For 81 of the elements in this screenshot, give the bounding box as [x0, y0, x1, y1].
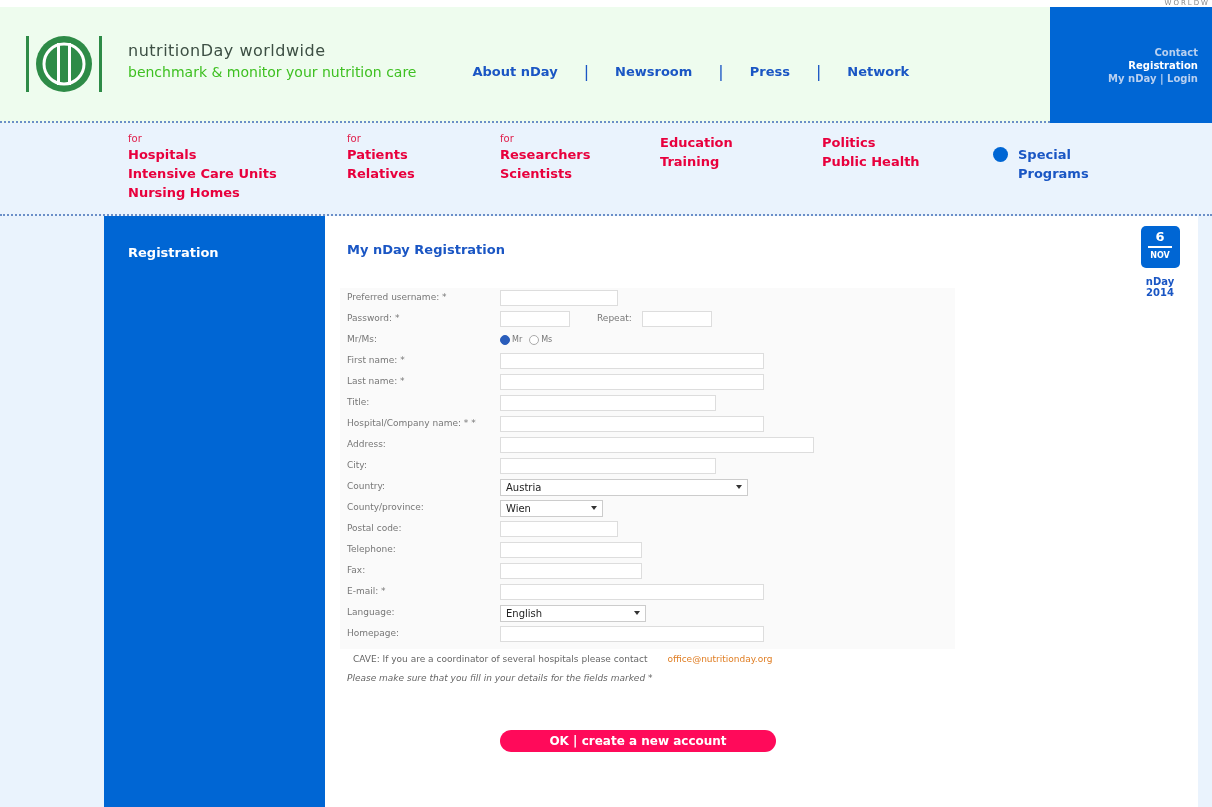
account-link[interactable]: Registration — [1128, 58, 1198, 72]
nav-link[interactable]: Network — [847, 62, 910, 82]
field-label: Preferred username: * — [347, 291, 448, 305]
radio-label: Mr — [512, 334, 523, 346]
nav-link[interactable]: Public Health — [822, 152, 993, 171]
field-label: First name: * — [347, 354, 406, 368]
password-field[interactable] — [641, 311, 712, 327]
input-field[interactable] — [500, 626, 764, 642]
note-text: CAVE: If you are a coordinator of several hospitals please contact — [353, 652, 648, 666]
badge-caption: 2014 — [1145, 287, 1175, 298]
input-field[interactable] — [500, 542, 642, 558]
nav-link[interactable]: Newsroom — [615, 62, 693, 82]
nav-link[interactable]: Intensive Care Units — [128, 164, 347, 183]
nav-link[interactable]: Patients — [347, 145, 500, 164]
dropdown[interactable]: Austria — [500, 478, 748, 496]
caret-icon — [591, 506, 597, 510]
field-label: Password: * — [347, 312, 401, 326]
nav-link[interactable]: Press — [749, 62, 790, 82]
hint-text: Please make sure that you fill in your details for the fields marked * — [347, 672, 654, 685]
input-field[interactable] — [500, 416, 764, 432]
dropdown[interactable]: English — [500, 604, 646, 622]
input-field[interactable] — [500, 521, 618, 537]
site-tagline: benchmark & monitor your nutrition care — [128, 63, 417, 82]
input-field[interactable] — [500, 563, 642, 579]
nav-link[interactable]: Hospitals — [128, 145, 347, 164]
field-label: Mr/Ms: — [347, 333, 378, 347]
password-field[interactable] — [500, 311, 570, 327]
email-link[interactable]: office@nutritionday.org — [667, 652, 773, 666]
field-label: Country: — [347, 480, 387, 494]
logo-icon — [25, 35, 103, 93]
dropdown[interactable]: Wien — [500, 499, 603, 517]
radio-button[interactable] — [529, 335, 540, 345]
account-link[interactable]: Contact — [1154, 45, 1198, 59]
nav-link[interactable]: Education — [660, 133, 822, 152]
field-label: Hospital/Company name: * * — [347, 417, 477, 431]
form-heading: My nDay Registration — [347, 241, 506, 259]
calendar-badge: 6 NOV — [1140, 226, 1180, 268]
nav-link[interactable]: Nursing Homes — [128, 183, 347, 202]
field-label: County/province: — [347, 501, 425, 515]
nav-prefix: for — [128, 133, 143, 145]
field-label: Postal code: — [347, 522, 403, 536]
nav-link[interactable]: Special — [1018, 145, 1089, 164]
nav-link[interactable]: Researchers — [500, 145, 660, 164]
account-link[interactable]: My nDay | Login — [1108, 71, 1198, 85]
input-field[interactable] — [500, 290, 618, 306]
nav-link[interactable]: About nDay — [472, 62, 558, 82]
field-label: Repeat: — [597, 312, 632, 326]
field-label: Telephone: — [347, 543, 397, 557]
submit-button[interactable]: OK | create a new account — [500, 729, 776, 752]
nav-link[interactable]: Training — [660, 152, 822, 171]
field-label: Language: — [347, 606, 396, 620]
separator: | — [583, 61, 590, 83]
field-label: Title: — [347, 396, 371, 410]
nav-prefix: for — [347, 133, 362, 145]
input-field[interactable] — [500, 437, 814, 453]
site-title: nutritionDay worldwide — [128, 40, 327, 62]
sidebar-item[interactable]: Registration — [128, 245, 219, 260]
separator: | — [815, 61, 822, 83]
separator: | — [718, 61, 724, 83]
input-field[interactable] — [500, 584, 764, 600]
caret-icon — [634, 611, 640, 615]
field-label: Address: — [347, 438, 387, 452]
field-label: Last name: * — [347, 375, 406, 389]
radio-button[interactable] — [500, 335, 510, 345]
input-field[interactable] — [500, 374, 764, 390]
field-label: City: — [347, 459, 369, 473]
input-field[interactable] — [500, 458, 716, 474]
nav-link[interactable]: Programs — [1018, 164, 1089, 183]
badge-caption: nDay — [1145, 276, 1175, 287]
radio-label: Ms — [541, 334, 553, 346]
dot-icon — [993, 147, 1008, 162]
nav-prefix: for — [500, 133, 515, 145]
nav-link[interactable]: Scientists — [500, 164, 660, 183]
field-label: Homepage: — [347, 627, 401, 641]
field-label: E-mail: * — [347, 585, 387, 599]
caret-icon — [736, 485, 742, 489]
input-field[interactable] — [500, 353, 764, 369]
input-field[interactable] — [500, 395, 716, 411]
field-label: Fax: — [347, 564, 367, 578]
nav-link[interactable]: Relatives — [347, 164, 500, 183]
nav-link[interactable]: Politics — [822, 133, 993, 152]
